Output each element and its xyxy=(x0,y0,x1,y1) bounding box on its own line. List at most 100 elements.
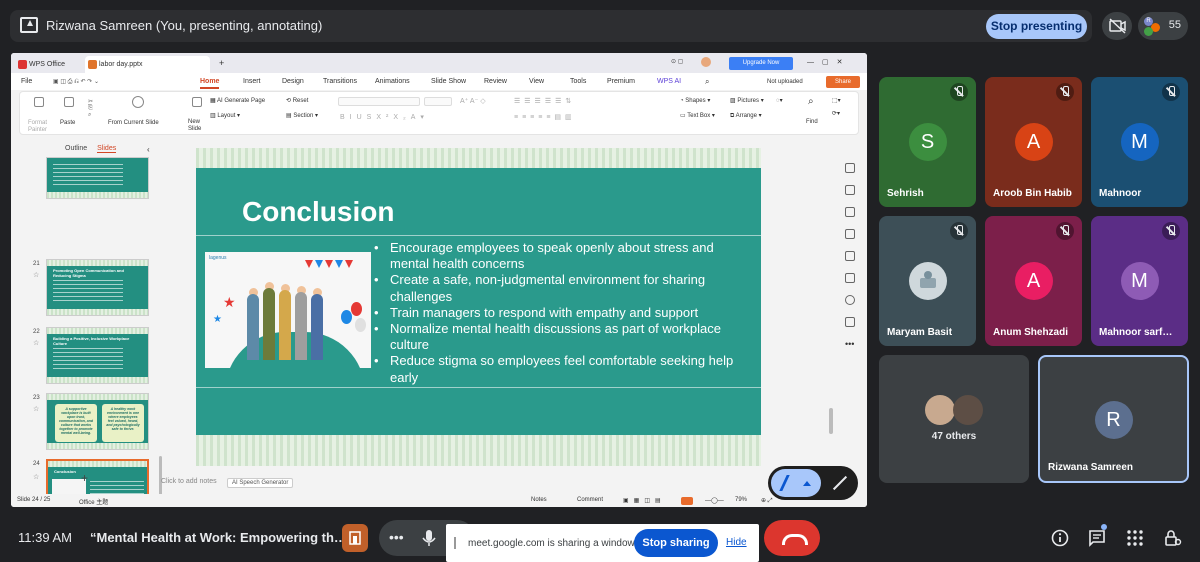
reset-button[interactable]: ⟲ Reset xyxy=(286,97,308,104)
menu-premium[interactable]: Premium xyxy=(607,78,635,85)
find-icon[interactable]: ⌕ xyxy=(808,96,814,107)
host-controls-icon[interactable] xyxy=(1164,529,1182,547)
add-slide-icon[interactable]: + xyxy=(81,471,88,485)
slide-thumb-23[interactable]: A supportive workplace is built upon tru… xyxy=(46,393,149,450)
slide-star-icon[interactable]: ☆ xyxy=(33,473,39,481)
menu-animations[interactable]: Animations xyxy=(375,78,410,85)
annotate-pen-button[interactable] xyxy=(771,469,821,497)
workers-illustration[interactable]: lagenus ★ ★ xyxy=(205,252,371,368)
activity-app-icon[interactable] xyxy=(342,524,368,552)
theme-name[interactable]: Office 主题 xyxy=(79,497,108,506)
share-button[interactable]: Share xyxy=(826,76,860,88)
self-tile[interactable]: R Rizwana Samreen xyxy=(1038,355,1189,483)
arrange-button[interactable]: ⧉ Arrange ▾ xyxy=(730,112,762,120)
participant-tile-sehrish[interactable]: S Sehrish xyxy=(879,77,976,207)
zoom-level[interactable]: 79% xyxy=(735,497,747,503)
more-icon[interactable]: ••• xyxy=(845,339,854,349)
cut-copy-icons[interactable]: ✂ ⎘ ⌕ xyxy=(88,98,93,119)
leave-call-button[interactable] xyxy=(764,520,820,556)
paste-icon[interactable] xyxy=(64,97,74,107)
text-box-button[interactable]: ▭ Text Box ▾ xyxy=(680,112,715,119)
menu-design[interactable]: Design xyxy=(282,78,304,85)
participant-tile-aroob[interactable]: A Aroob Bin Habib xyxy=(985,77,1082,207)
mic-icon[interactable] xyxy=(419,528,439,548)
slide-canvas[interactable]: Conclusion lagenus ★ ★ • Encourage emplo… xyxy=(196,148,761,466)
section-button[interactable]: ▤ Section ▾ xyxy=(286,112,318,119)
others-tile[interactable]: 47 others xyxy=(879,355,1029,483)
menu-slide-show[interactable]: Slide Show xyxy=(431,78,466,85)
comment-toggle[interactable]: Comment xyxy=(577,497,603,503)
slide-bullets[interactable]: Encourage employees to speak openly abou… xyxy=(374,240,734,386)
upgrade-now-button[interactable]: Upgrade Now xyxy=(729,57,793,70)
view-mode-icons[interactable]: ▣▦◫▤ xyxy=(623,497,666,504)
canvas-scrollbar[interactable] xyxy=(829,408,833,434)
menu-home[interactable]: Home xyxy=(200,78,220,89)
tab-wps-office[interactable]: WPS Office xyxy=(15,56,85,73)
notes-placeholder[interactable]: Click to add notes xyxy=(161,478,217,485)
menu-review[interactable]: Review xyxy=(484,78,507,85)
play-from-current-icon[interactable] xyxy=(132,96,144,108)
from-current-slide-label[interactable]: From Current Slide xyxy=(108,120,159,126)
quick-access-icons[interactable]: ▣ ◫ ⎙ ⎌ ↶ ↷ ⌄ xyxy=(53,78,99,86)
ai-generate-page-button[interactable]: ▦ AI Generate Page xyxy=(210,97,265,104)
menu-insert[interactable]: Insert xyxy=(243,78,261,85)
info-icon[interactable] xyxy=(1051,529,1069,547)
select-icons[interactable]: ⬚▾ ⟳▾ xyxy=(832,97,841,117)
slide-title[interactable]: Conclusion xyxy=(242,196,394,228)
chat-icon[interactable] xyxy=(1088,529,1106,547)
window-tools-icon[interactable]: ⊙ ▢ xyxy=(671,58,683,65)
participant-tile-mahnoor-sarf[interactable]: M Mahnoor sarf… xyxy=(1091,216,1188,346)
search-icon[interactable]: ⌕ xyxy=(705,77,709,87)
side-tool-icon[interactable] xyxy=(845,229,855,239)
menu-transitions[interactable]: Transitions xyxy=(323,78,357,85)
pictures-button[interactable]: ▨ Pictures ▾ xyxy=(730,97,764,104)
stop-presenting-button[interactable]: Stop presenting xyxy=(986,14,1087,39)
notes-toggle[interactable]: Notes xyxy=(531,497,547,503)
menu-tools[interactable]: Tools xyxy=(570,78,586,85)
stop-sharing-button[interactable]: Stop sharing xyxy=(634,529,718,557)
more-options-icon[interactable]: ••• xyxy=(389,529,404,545)
font-name-field[interactable] xyxy=(338,97,420,106)
shapes-button[interactable]: ◔ Shapes ▾ xyxy=(680,97,710,104)
layout-button[interactable]: ▥ Layout ▾ xyxy=(210,112,240,119)
hide-link[interactable]: Hide xyxy=(726,537,747,548)
participants-button[interactable]: R 55 xyxy=(1138,12,1188,40)
tab-outline[interactable]: Outline xyxy=(65,145,87,152)
font-size-controls[interactable]: A⁺ A⁻ ◇ xyxy=(460,97,486,105)
participant-tile-anum[interactable]: A Anum Shehzadi xyxy=(985,216,1082,346)
help-icon[interactable] xyxy=(845,295,855,305)
comment-side-icon[interactable] xyxy=(845,317,855,327)
slide-star-icon[interactable]: ☆ xyxy=(33,405,39,413)
side-tool-icon[interactable] xyxy=(845,251,855,261)
fit-window-icons[interactable]: ⊕ ⤢ xyxy=(761,497,773,505)
participant-tile-mahnoor[interactable]: M Mahnoor xyxy=(1091,77,1188,207)
window-controls[interactable]: —▢✕ xyxy=(807,58,850,66)
collapse-panel-icon[interactable]: ‹ xyxy=(147,145,150,154)
slide-thumb-22[interactable]: Building a Positive, Inclusive Workplace… xyxy=(46,327,149,384)
font-size-field[interactable] xyxy=(424,97,452,106)
slide-thumb-21[interactable]: Promoting Open Communication and Reducin… xyxy=(46,259,149,316)
menu-view[interactable]: View xyxy=(529,78,544,85)
font-style-controls[interactable]: BIUSX²X₂A▾ xyxy=(340,113,429,121)
menu-wps-ai[interactable]: WPS AI xyxy=(657,78,681,85)
expand-icon[interactable] xyxy=(830,474,848,492)
paste-label[interactable]: Paste xyxy=(60,120,75,126)
tab-slides[interactable]: Slides xyxy=(97,145,117,153)
slide-star-icon[interactable]: ☆ xyxy=(33,271,39,279)
find-label[interactable]: Find xyxy=(806,119,818,125)
side-tool-icon[interactable] xyxy=(845,207,855,217)
line-style-icons[interactable]: ◌▾ xyxy=(776,97,783,104)
play-slideshow-icon[interactable] xyxy=(681,497,693,505)
drag-handle-icon[interactable] xyxy=(454,537,456,549)
user-avatar-icon[interactable] xyxy=(701,57,711,67)
paragraph-controls[interactable]: ☰☰☰☰☰⇅ xyxy=(514,97,575,105)
tab-labor-day[interactable]: labor day.pptx xyxy=(85,56,210,73)
slide-thumb-20[interactable] xyxy=(46,157,149,199)
camera-off-button[interactable] xyxy=(1102,12,1132,40)
slide-star-icon[interactable]: ☆ xyxy=(33,339,39,347)
new-tab-plus-icon[interactable]: + xyxy=(219,58,224,68)
format-painter-icon[interactable] xyxy=(34,97,44,107)
side-tool-icon[interactable] xyxy=(845,163,855,173)
apps-grid-icon[interactable] xyxy=(1126,529,1144,547)
menu-file[interactable]: File xyxy=(21,78,32,85)
